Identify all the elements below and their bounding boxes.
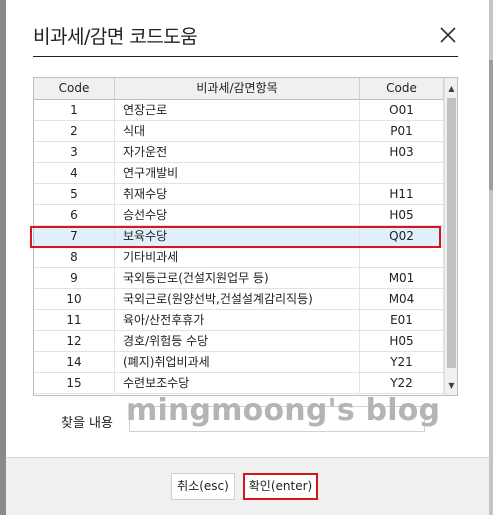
search-label: 찾을 내용	[61, 416, 113, 431]
cell-code: 10	[34, 289, 115, 309]
cell-item: 국외근로(원양선박,건설설계감리직등)	[115, 289, 360, 309]
cell-code: 14	[34, 352, 115, 372]
header-code2[interactable]: Code	[360, 78, 444, 100]
search-input[interactable]	[129, 406, 425, 432]
background-window-edge-right	[489, 0, 493, 515]
code-help-dialog: 비과세/감면 코드도움 Code 비과세/감면항목 Code 1 연장근로 O01 2…	[6, 0, 489, 515]
cell-code2: H03	[360, 142, 444, 162]
table-row[interactable]: 14 (폐지)취업비과세 Y21	[34, 352, 444, 373]
cell-code: 4	[34, 163, 115, 183]
table-row[interactable]: 5 취재수당 H11	[34, 184, 444, 205]
cell-item: 육아/산전후휴가	[115, 310, 360, 330]
cancel-button[interactable]: 취소(esc)	[171, 473, 235, 500]
cell-code: 9	[34, 268, 115, 288]
cell-code: 8	[34, 247, 115, 267]
cell-code2: H05	[360, 331, 444, 351]
cell-item: 연장근로	[115, 100, 360, 120]
table-row[interactable]: 2 식대 P01	[34, 121, 444, 142]
cell-code2: H11	[360, 184, 444, 204]
cell-item: 연구개발비	[115, 163, 360, 183]
scroll-thumb[interactable]	[447, 98, 456, 368]
cell-item: 승선수당	[115, 205, 360, 225]
table-header: Code 비과세/감면항목 Code	[34, 78, 444, 100]
table-row[interactable]: 10 국외근로(원양선박,건설설계감리직등) M04	[34, 289, 444, 310]
cell-code: 12	[34, 331, 115, 351]
table-row[interactable]: 8 기타비과세	[34, 247, 444, 268]
cell-code: 1	[34, 100, 115, 120]
cell-code: 11	[34, 310, 115, 330]
cell-code2: M04	[360, 289, 444, 309]
title-divider	[33, 56, 458, 57]
cell-code: 15	[34, 373, 115, 393]
table-row[interactable]: 9 국외등근로(건설지원업무 등) M01	[34, 268, 444, 289]
cell-item: 취재수당	[115, 184, 360, 204]
header-code[interactable]: Code	[34, 78, 115, 100]
cell-item: 기타비과세	[115, 247, 360, 267]
header-item[interactable]: 비과세/감면항목	[115, 78, 360, 100]
ok-button[interactable]: 확인(enter)	[243, 473, 318, 500]
table-row[interactable]: 11 육아/산전후휴가 E01	[34, 310, 444, 331]
scroll-up-icon[interactable]: ▲	[445, 82, 457, 96]
table-row[interactable]: 15 수련보조수당 Y22	[34, 373, 444, 394]
cell-item: 수련보조수당	[115, 373, 360, 393]
cell-item: 국외등근로(건설지원업무 등)	[115, 268, 360, 288]
cell-item: 식대	[115, 121, 360, 141]
table-row[interactable]: 12 경호/위험등 수당 H05	[34, 331, 444, 352]
cell-code2: O01	[360, 100, 444, 120]
close-icon[interactable]	[437, 24, 459, 46]
cell-code2: H05	[360, 205, 444, 225]
dialog-title: 비과세/감면 코드도움	[33, 26, 198, 48]
vertical-scrollbar[interactable]: ▲ ▼	[444, 78, 457, 395]
table-row[interactable]: 4 연구개발비	[34, 163, 444, 184]
cell-code2: Y22	[360, 373, 444, 393]
scroll-down-icon[interactable]: ▼	[445, 379, 457, 393]
table-row[interactable]: 3 자가운전 H03	[34, 142, 444, 163]
table-row[interactable]: 6 승선수당 H05	[34, 205, 444, 226]
cell-code: 6	[34, 205, 115, 225]
cell-item: (폐지)취업비과세	[115, 352, 360, 372]
cell-code: 7	[34, 226, 115, 246]
cell-item: 경호/위험등 수당	[115, 331, 360, 351]
cell-code2: M01	[360, 268, 444, 288]
table-row[interactable]: 1 연장근로 O01	[34, 100, 444, 121]
cell-item: 자가운전	[115, 142, 360, 162]
cell-code2: E01	[360, 310, 444, 330]
cell-code2: P01	[360, 121, 444, 141]
dialog-footer: 취소(esc) 확인(enter)	[6, 457, 489, 515]
cell-code: 2	[34, 121, 115, 141]
cell-code2: Y21	[360, 352, 444, 372]
cell-item: 보육수당	[115, 226, 360, 246]
code-table: Code 비과세/감면항목 Code 1 연장근로 O01 2 식대 P01 3 자가운전 H0…	[33, 77, 458, 396]
cell-code: 5	[34, 184, 115, 204]
table-body: 1 연장근로 O01 2 식대 P01 3 자가운전 H03 4 연구개발비 5 취재수당 H11 6 승선수…	[34, 100, 444, 394]
cell-code2: Q02	[360, 226, 444, 246]
cell-code: 3	[34, 142, 115, 162]
table-row[interactable]: 7 보육수당 Q02	[34, 226, 444, 247]
cell-code2	[360, 247, 444, 267]
cell-code2	[360, 163, 444, 183]
